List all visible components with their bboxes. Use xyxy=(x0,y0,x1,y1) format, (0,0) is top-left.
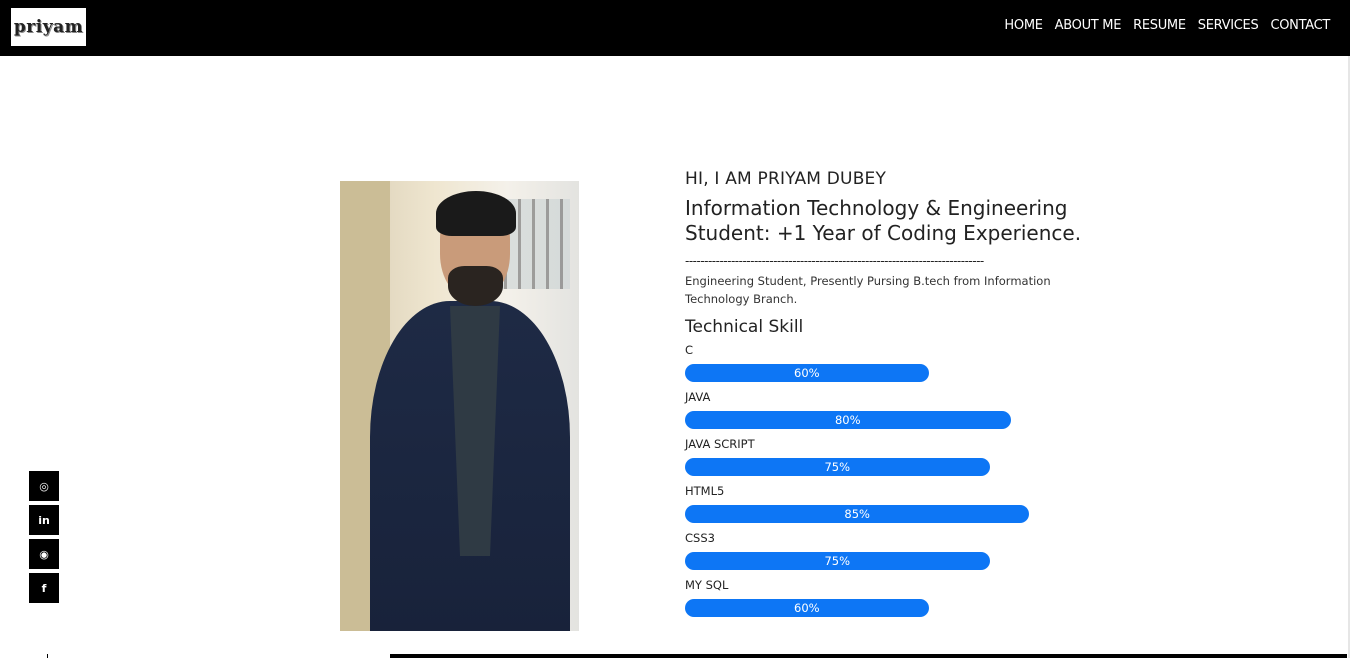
skill-progress-bar: 75% xyxy=(685,552,1105,570)
skill-progress-bar: 60% xyxy=(685,364,1105,382)
facebook-icon[interactable]: f xyxy=(29,573,59,603)
description: Engineering Student, Presently Pursing B… xyxy=(685,274,1051,306)
greeting: HI, I AM PRIYAM DUBEY xyxy=(685,169,887,189)
skill-progress-fill: 85% xyxy=(685,505,1030,523)
about-section: HI, I AM PRIYAM DUBEY Information Techno… xyxy=(685,169,1105,617)
skill-label: C xyxy=(685,343,694,357)
bottom-line xyxy=(47,654,1347,658)
nav-resume[interactable]: RESUME xyxy=(1133,18,1186,33)
skill-progress-bar: 85% xyxy=(685,505,1105,523)
skill-progress-bar: 75% xyxy=(685,458,1105,476)
skills-list: C 60% JAVA 80% JAVA SCRIPT 75% HTML5 85% CSS3 75%… xyxy=(685,343,1105,617)
nav-home[interactable]: HOME xyxy=(1004,18,1043,33)
navbar: priyam HOME ABOUT ME RESUME SERVICES CON… xyxy=(0,0,1350,56)
social-bar: ◎ in ◉ f xyxy=(29,471,59,603)
skill-label: JAVA SCRIPT xyxy=(685,437,755,451)
skill-progress-bar: 60% xyxy=(685,599,1105,617)
instagram-icon[interactable]: ◎ xyxy=(29,471,59,501)
nav-services[interactable]: SERVICES xyxy=(1198,18,1259,33)
linkedin-icon[interactable]: in xyxy=(29,505,59,535)
github-icon[interactable]: ◉ xyxy=(29,539,59,569)
skill-label: MY SQL xyxy=(685,578,729,592)
profile-photo xyxy=(340,181,579,631)
nav-contact[interactable]: CONTACT xyxy=(1270,18,1330,33)
nav-menu: HOME ABOUT ME RESUME SERVICES CONTACT xyxy=(1004,18,1330,33)
skill-progress-fill: 60% xyxy=(685,599,929,617)
skill-progress-fill: 75% xyxy=(685,552,990,570)
skill-label: CSS3 xyxy=(685,531,715,545)
brand-logo[interactable]: priyam xyxy=(11,8,86,46)
skill-label: HTML5 xyxy=(685,484,725,498)
skills-title: Technical Skill xyxy=(685,317,804,337)
divider: ----------------------------------------… xyxy=(685,254,984,268)
skill-progress-fill: 60% xyxy=(685,364,929,382)
skill-label: JAVA xyxy=(685,390,711,404)
headline: Information Technology & Engineering Stu… xyxy=(685,196,1082,245)
skill-progress-bar: 80% xyxy=(685,411,1105,429)
nav-about-me[interactable]: ABOUT ME xyxy=(1055,18,1122,33)
skill-progress-fill: 80% xyxy=(685,411,1011,429)
skill-progress-fill: 75% xyxy=(685,458,990,476)
